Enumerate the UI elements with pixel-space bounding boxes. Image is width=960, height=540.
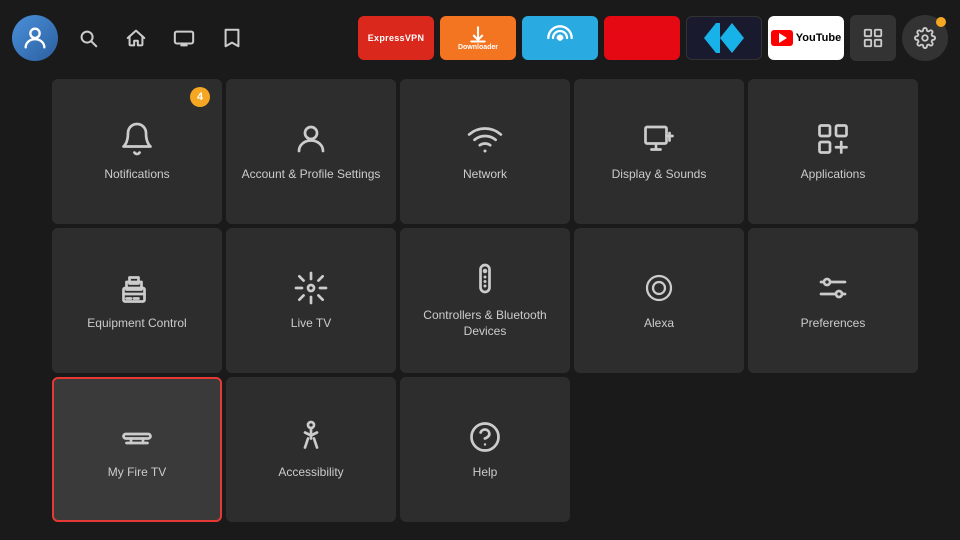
preferences-label: Preferences	[793, 316, 874, 332]
downloader-label: Downloader	[458, 44, 498, 51]
equipment-control-label: Equipment Control	[79, 316, 194, 332]
network-label: Network	[455, 167, 515, 183]
home-icon[interactable]	[118, 20, 154, 56]
app-netflix[interactable]: NETFLIX	[604, 16, 680, 60]
app-grid-button[interactable]	[850, 15, 896, 61]
display-sounds-label: Display & Sounds	[604, 167, 715, 183]
alexa-icon	[641, 270, 677, 306]
fire-tv-icon	[119, 419, 155, 455]
nav-left	[12, 15, 250, 61]
grid-cell-preferences[interactable]: Preferences	[748, 228, 918, 373]
wifi-icon	[467, 121, 503, 157]
help-label: Help	[465, 465, 506, 481]
grid-cell-network[interactable]: Network	[400, 79, 570, 224]
grid-cell-display-sounds[interactable]: Display & Sounds	[574, 79, 744, 224]
bookmark-icon[interactable]	[214, 20, 250, 56]
netflix-label: NETFLIX	[617, 30, 668, 45]
grid-cell-alexa[interactable]: Alexa	[574, 228, 744, 373]
equipment-icon	[119, 270, 155, 306]
accessibility-label: Accessibility	[270, 465, 351, 481]
nav-apps: ExpressVPN Downloader NETFLIX	[358, 15, 948, 61]
applications-icon	[815, 121, 851, 157]
my-fire-tv-label: My Fire TV	[100, 465, 174, 481]
app-downloader[interactable]: Downloader	[440, 16, 516, 60]
grid-cell-controllers-bluetooth[interactable]: Controllers & Bluetooth Devices	[400, 228, 570, 373]
preferences-icon	[815, 270, 851, 306]
search-icon[interactable]	[70, 20, 106, 56]
alexa-label: Alexa	[636, 316, 682, 332]
grid-cell-notifications[interactable]: 4 Notifications	[52, 79, 222, 224]
app-expressvpn[interactable]: ExpressVPN	[358, 16, 434, 60]
grid-cell-equipment-control[interactable]: Equipment Control	[52, 228, 222, 373]
app-kodi[interactable]	[686, 16, 762, 60]
grid-cell-account[interactable]: Account & Profile Settings	[226, 79, 396, 224]
grid-cell-my-fire-tv[interactable]: My Fire TV	[52, 377, 222, 522]
avatar[interactable]	[12, 15, 58, 61]
grid-cell-accessibility[interactable]: Accessibility	[226, 377, 396, 522]
grid-cell-applications[interactable]: Applications	[748, 79, 918, 224]
notifications-label: Notifications	[96, 167, 177, 183]
accessibility-icon	[293, 419, 329, 455]
app-send-to-tv[interactable]	[522, 16, 598, 60]
grid-cell-help[interactable]: Help	[400, 377, 570, 522]
live-tv-icon	[293, 270, 329, 306]
grid-cell-live-tv[interactable]: Live TV	[226, 228, 396, 373]
settings-notification-dot	[936, 17, 946, 27]
bell-icon	[119, 121, 155, 157]
account-icon	[293, 121, 329, 157]
help-icon	[467, 419, 503, 455]
tv-icon[interactable]	[166, 20, 202, 56]
settings-button[interactable]	[902, 15, 948, 61]
app-youtube[interactable]: YouTube	[768, 16, 844, 60]
applications-label: Applications	[793, 167, 874, 183]
account-label: Account & Profile Settings	[234, 167, 389, 183]
display-icon	[641, 121, 677, 157]
notifications-badge: 4	[190, 87, 210, 107]
remote-icon	[467, 262, 503, 298]
top-nav: ExpressVPN Downloader NETFLIX	[0, 0, 960, 75]
youtube-label: YouTube	[796, 32, 841, 44]
settings-grid: 4 Notifications Account & Profile Settin…	[0, 75, 960, 526]
controllers-bluetooth-label: Controllers & Bluetooth Devices	[400, 308, 570, 339]
expressvpn-label: ExpressVPN	[368, 33, 425, 43]
youtube-logo: YouTube	[771, 30, 841, 46]
live-tv-label: Live TV	[283, 316, 339, 332]
